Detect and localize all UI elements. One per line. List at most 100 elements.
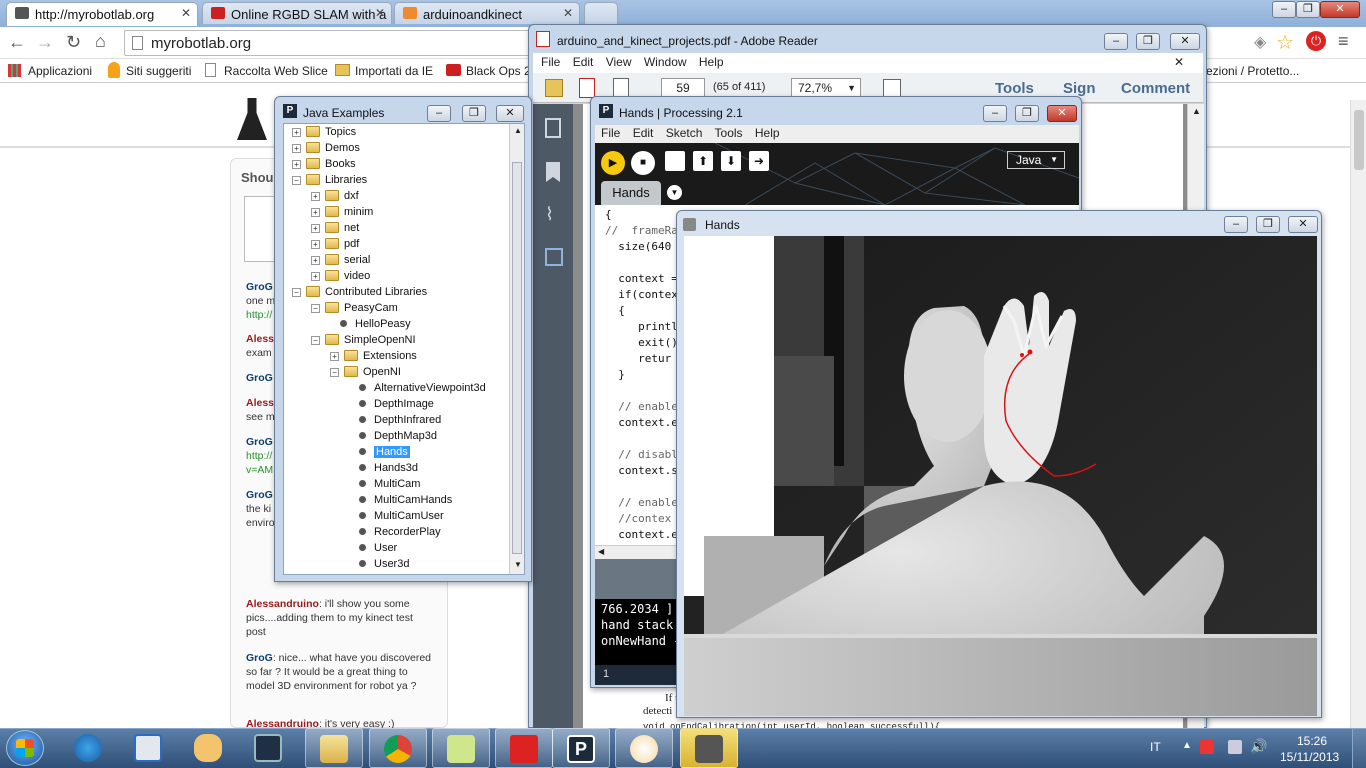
maximize-icon[interactable]: ❐ bbox=[462, 105, 486, 122]
taskbar-chrome[interactable] bbox=[369, 728, 427, 768]
run-button[interactable]: ▶ bbox=[601, 151, 625, 175]
tree-item[interactable]: DepthInfrared bbox=[349, 412, 441, 428]
minimize-icon[interactable]: – bbox=[1104, 33, 1128, 50]
expand-icon[interactable]: + bbox=[292, 160, 301, 169]
mode-select[interactable]: Java ▼ bbox=[1007, 151, 1065, 169]
taskbar-sketch[interactable] bbox=[680, 728, 738, 768]
maximize-icon[interactable]: ❐ bbox=[1136, 33, 1160, 50]
show-desktop-button[interactable] bbox=[1352, 729, 1366, 768]
bookmark-suggested[interactable]: Siti suggeriti bbox=[126, 64, 191, 78]
tree-item[interactable]: + serial bbox=[311, 252, 370, 268]
expand-icon[interactable]: + bbox=[311, 224, 320, 233]
tree-item[interactable]: + Books bbox=[292, 156, 356, 172]
clock-time[interactable]: 15:26 bbox=[1297, 734, 1327, 748]
maximize-icon[interactable]: ❐ bbox=[1296, 1, 1320, 18]
close-doc-icon[interactable]: ✕ bbox=[1174, 55, 1184, 69]
page-scrollbar[interactable] bbox=[1350, 100, 1366, 728]
bookmark-apps[interactable]: Applicazioni bbox=[28, 64, 92, 78]
reload-icon[interactable]: ↻ bbox=[66, 32, 81, 53]
minimize-icon[interactable]: – bbox=[427, 105, 451, 122]
volume-icon[interactable]: 🔊 bbox=[1250, 738, 1267, 755]
usb-icon[interactable] bbox=[1200, 740, 1214, 754]
language-indicator[interactable]: IT bbox=[1150, 740, 1161, 754]
tab-menu-icon[interactable]: ▼ bbox=[667, 185, 682, 200]
tree-item[interactable]: Hands bbox=[349, 444, 410, 460]
shout-input[interactable] bbox=[244, 196, 278, 262]
expand-icon[interactable]: + bbox=[292, 128, 301, 137]
collapse-icon[interactable]: − bbox=[311, 336, 320, 345]
tree-item[interactable]: + minim bbox=[311, 204, 373, 220]
taskbar-adobe[interactable] bbox=[495, 728, 553, 768]
tree-item[interactable]: − OpenNI bbox=[330, 364, 401, 380]
minimize-icon[interactable]: – bbox=[983, 105, 1007, 122]
fit-page-icon[interactable] bbox=[883, 79, 901, 97]
close-tab-icon[interactable]: ✕ bbox=[563, 6, 573, 20]
tree-item[interactable]: MultiCamUser bbox=[349, 508, 444, 524]
new-tab-button[interactable] bbox=[584, 2, 618, 24]
expand-icon[interactable]: + bbox=[311, 256, 320, 265]
tree-item[interactable]: + pdf bbox=[311, 236, 359, 252]
scroll-thumb[interactable] bbox=[512, 162, 522, 554]
bookmark-webslice[interactable]: Raccolta Web Slice bbox=[224, 64, 328, 78]
tree-item[interactable]: − SimpleOpenNI bbox=[311, 332, 416, 348]
layers-icon[interactable] bbox=[545, 248, 563, 266]
export-icon[interactable]: ➜ bbox=[749, 151, 769, 171]
collapse-icon[interactable]: − bbox=[292, 176, 301, 185]
menu-edit[interactable]: Edit bbox=[633, 126, 654, 140]
tree-item[interactable]: DepthImage bbox=[349, 396, 434, 412]
star-icon[interactable]: ☆ bbox=[1276, 30, 1294, 55]
open-icon[interactable] bbox=[545, 79, 563, 97]
tree-item[interactable]: − PeasyCam bbox=[311, 300, 398, 316]
expand-icon[interactable]: + bbox=[292, 144, 301, 153]
tree-scrollbar[interactable]: ▲ ▼ bbox=[509, 124, 524, 574]
bookmark-ie[interactable]: Importati da IE bbox=[355, 64, 433, 78]
expand-icon[interactable]: + bbox=[311, 272, 320, 281]
collapse-icon[interactable]: − bbox=[330, 368, 339, 377]
menu-edit[interactable]: Edit bbox=[573, 55, 594, 69]
menu-tools[interactable]: Tools bbox=[715, 126, 743, 140]
tree-item[interactable]: HelloPeasy bbox=[330, 316, 411, 332]
tree-item[interactable]: AlternativeViewpoint3d bbox=[349, 380, 486, 396]
menu-file[interactable]: File bbox=[601, 126, 620, 140]
expand-icon[interactable]: + bbox=[311, 208, 320, 217]
scroll-down-icon[interactable]: ▼ bbox=[514, 560, 522, 569]
close-icon[interactable]: ✕ bbox=[1170, 33, 1200, 50]
tree-item[interactable]: MultiCamHands bbox=[349, 492, 452, 508]
tab-hands[interactable]: Hands bbox=[601, 181, 661, 205]
extension-icon[interactable]: ◈ bbox=[1254, 32, 1266, 52]
tree-item[interactable]: + Demos bbox=[292, 140, 360, 156]
minimize-icon[interactable]: – bbox=[1224, 216, 1248, 233]
attachment-icon[interactable]: ⌇ bbox=[545, 204, 554, 225]
sign-pane[interactable]: Sign bbox=[1063, 80, 1096, 97]
bookmark-icon[interactable] bbox=[546, 162, 560, 182]
create-pdf-icon[interactable] bbox=[579, 78, 595, 98]
tab-rgbd-slam[interactable]: Online RGBD SLAM with a ✕ bbox=[202, 2, 392, 24]
maximize-icon[interactable]: ❐ bbox=[1256, 216, 1280, 233]
tree-item[interactable]: DepthMap3d bbox=[349, 428, 437, 444]
forward-icon[interactable]: → bbox=[36, 32, 54, 53]
scroll-up-icon[interactable]: ▲ bbox=[1192, 106, 1201, 116]
tree-item[interactable]: − Contributed Libraries bbox=[292, 284, 427, 300]
scroll-left-icon[interactable]: ◀ bbox=[598, 547, 604, 556]
taskbar-terminal[interactable] bbox=[240, 728, 298, 768]
tree-item[interactable]: Hands3d bbox=[349, 460, 418, 476]
tools-pane[interactable]: Tools bbox=[995, 80, 1034, 97]
comment-pane[interactable]: Comment bbox=[1121, 80, 1190, 97]
home-icon[interactable]: ⌂ bbox=[95, 31, 106, 52]
edit-pdf-icon[interactable] bbox=[613, 78, 629, 98]
collapse-icon[interactable]: − bbox=[292, 288, 301, 297]
tab-myrobotlab[interactable]: http://myrobotlab.org ✕ bbox=[6, 2, 198, 26]
new-sketch-icon[interactable] bbox=[665, 151, 685, 171]
maximize-icon[interactable]: ❐ bbox=[1015, 105, 1039, 122]
bookmark-protected[interactable]: ezioni / Protetto... bbox=[1206, 64, 1299, 78]
pages-icon[interactable] bbox=[545, 118, 561, 138]
expand-icon[interactable]: + bbox=[330, 352, 339, 361]
taskbar-explorer[interactable] bbox=[305, 728, 363, 768]
taskbar-ie[interactable] bbox=[60, 728, 118, 768]
tree-item[interactable]: − Libraries bbox=[292, 172, 367, 188]
tree-item[interactable]: + Extensions bbox=[330, 348, 417, 364]
close-icon[interactable]: ✕ bbox=[1047, 105, 1077, 122]
menu-view[interactable]: View bbox=[606, 55, 632, 69]
tree-item[interactable]: MultiCam bbox=[349, 476, 420, 492]
expand-icon[interactable]: + bbox=[311, 240, 320, 249]
